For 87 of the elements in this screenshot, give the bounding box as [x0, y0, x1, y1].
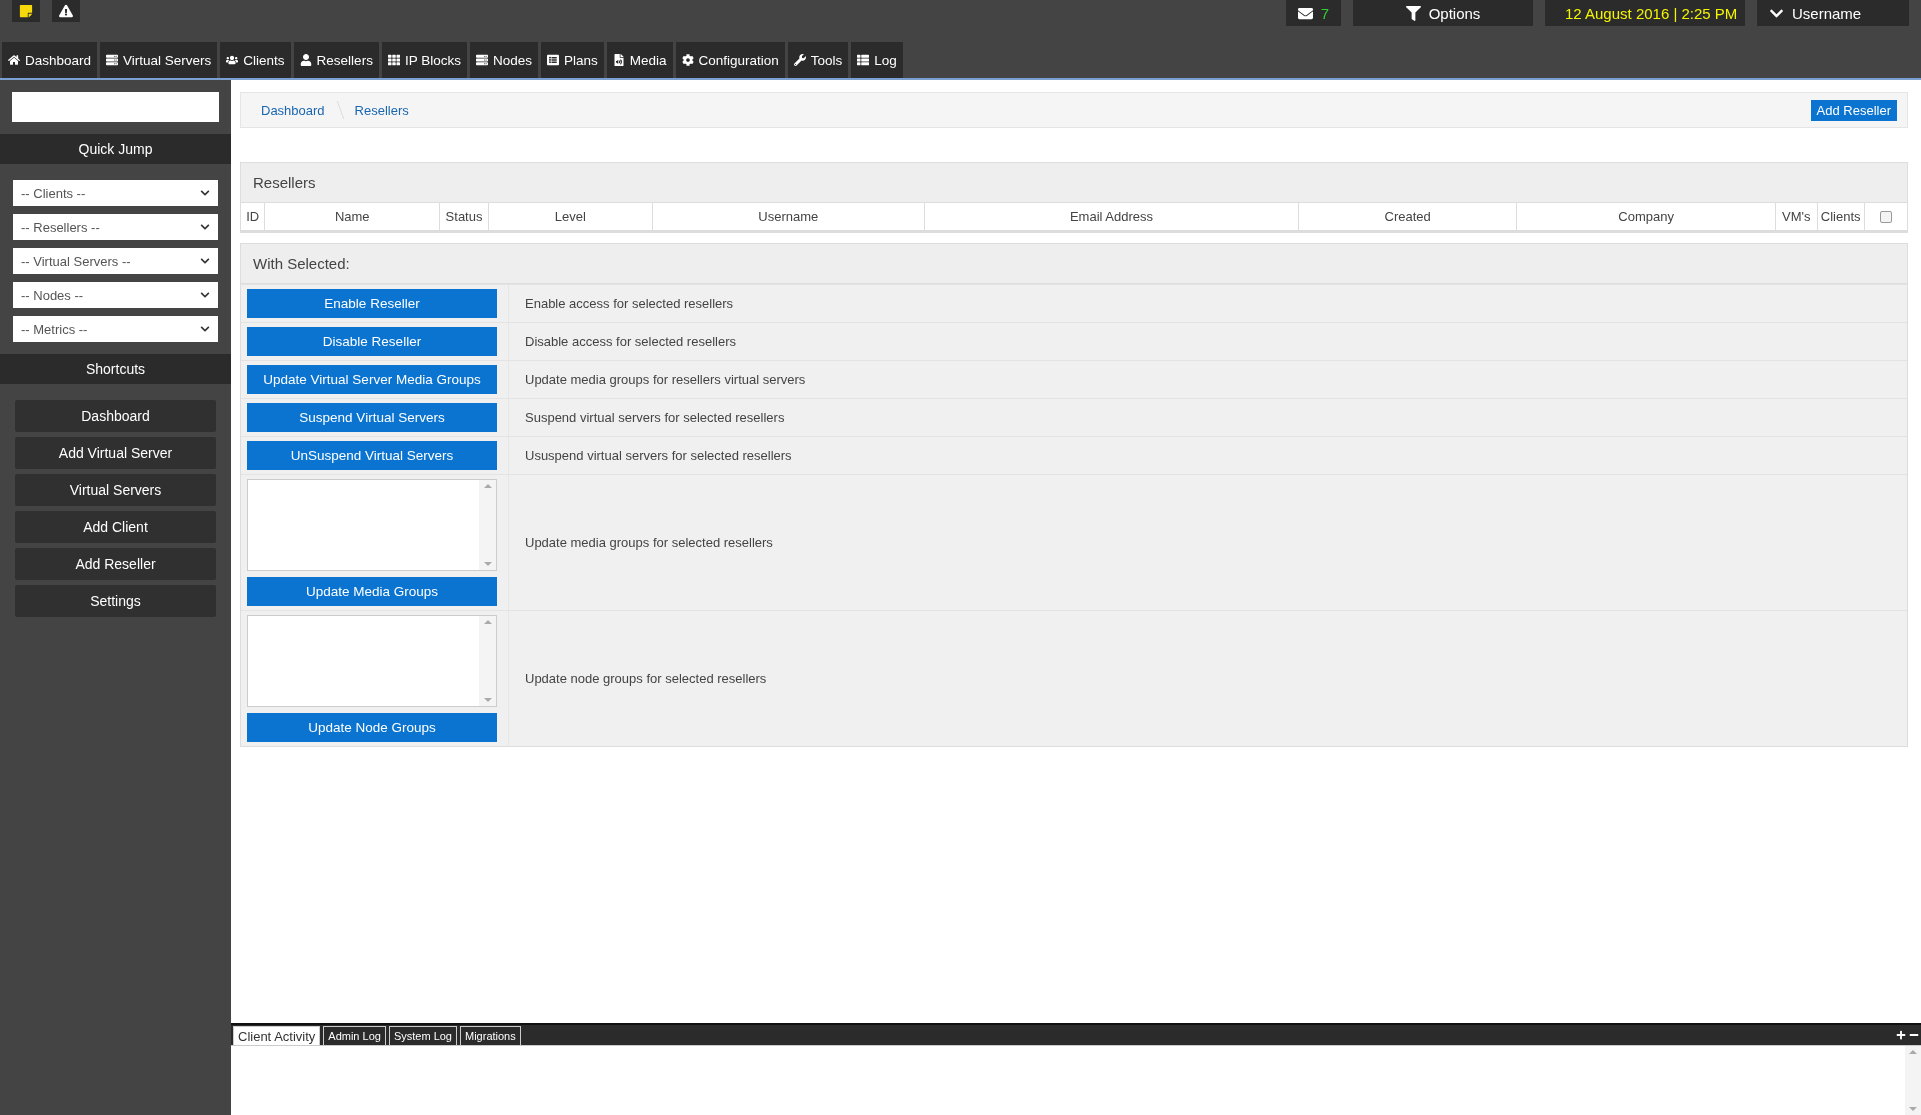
panel-tab[interactable]: Migrations	[460, 1026, 521, 1045]
file-icon	[612, 54, 625, 66]
column-header[interactable]: Status	[439, 203, 489, 231]
search-field[interactable]	[12, 92, 219, 122]
dropdown[interactable]: -- Metrics --	[13, 316, 218, 342]
nav-tab[interactable]: Media	[606, 42, 673, 78]
action-description: Enable access for selected resellers	[524, 295, 735, 313]
select-all-checkbox[interactable]	[1879, 210, 1892, 223]
panel-tab[interactable]: System Log	[388, 1026, 457, 1045]
shortcut-button[interactable]: Dashboard	[15, 400, 216, 432]
list-box[interactable]	[247, 615, 497, 707]
panel-tab[interactable]: Admin Log	[323, 1026, 386, 1045]
panel-tab[interactable]: Client Activity	[233, 1026, 321, 1045]
scrollbar[interactable]	[1905, 1046, 1921, 1115]
column-header[interactable]: Name	[265, 203, 440, 231]
action-description: Ususpend virtual servers for selected resellers	[524, 447, 793, 465]
breadcrumb-link[interactable]: Resellers	[354, 102, 409, 118]
column-header[interactable]: Level	[488, 203, 653, 231]
shortcut-button[interactable]: Add Reseller	[15, 548, 216, 580]
dropdown[interactable]: -- Resellers --	[13, 214, 218, 240]
envelope-icon	[1297, 5, 1313, 21]
user-menu[interactable]: Username	[1757, 0, 1909, 26]
action-button[interactable]: Update Virtual Server Media Groups	[247, 365, 497, 394]
filter-icon	[1405, 5, 1421, 21]
list-box[interactable]	[247, 479, 497, 571]
scrollbar[interactable]	[479, 616, 496, 706]
list-icon	[546, 54, 559, 66]
users-icon	[226, 54, 239, 66]
chevron-icon	[200, 256, 210, 266]
shortcuts-header: Shortcuts	[0, 354, 231, 384]
column-header[interactable]: Clients	[1817, 203, 1864, 231]
shortcut-button[interactable]: Add Client	[15, 511, 216, 543]
action-button[interactable]: Enable Reseller	[247, 289, 497, 318]
column-header[interactable]: Company	[1516, 203, 1776, 231]
server-icon	[106, 54, 119, 66]
breadcrumb-link[interactable]: Dashboard	[261, 102, 325, 118]
shortcut-button[interactable]: Add Virtual Server	[15, 437, 216, 469]
column-header[interactable]: VM's	[1775, 203, 1818, 231]
nav-tab[interactable]: Dashboard	[2, 42, 98, 78]
home-icon	[8, 54, 20, 66]
nav-tab[interactable]: IP Blocks	[381, 42, 467, 78]
expand-icon	[1896, 1030, 1906, 1040]
action-button[interactable]: Disable Reseller	[247, 327, 497, 356]
user-icon	[299, 54, 312, 66]
nav-tab[interactable]: Nodes	[469, 42, 538, 78]
warning-icon[interactable]	[52, 0, 80, 22]
column-header[interactable]: Email Address	[924, 203, 1299, 231]
mail-counter[interactable]: 7	[1285, 0, 1341, 26]
nav-tab[interactable]: Configuration	[675, 42, 785, 78]
quick-jump-header: Quick Jump	[0, 134, 231, 164]
column-header[interactable]: Created	[1298, 203, 1517, 231]
nav-tab[interactable]: Virtual Servers	[100, 42, 218, 78]
grid-icon	[387, 54, 400, 66]
action-button[interactable]: Suspend Virtual Servers	[247, 403, 497, 432]
action-button[interactable]: Update Media Groups	[247, 577, 497, 606]
nav-tab[interactable]: Resellers	[293, 42, 379, 78]
add-reseller-button[interactable]: Add Reseller	[1810, 99, 1897, 121]
nav-tab[interactable]: Clients	[220, 42, 291, 78]
options-button[interactable]: Options	[1353, 0, 1533, 26]
action-description: Update media groups for resellers virtual servers	[524, 371, 807, 389]
scrollbar[interactable]	[479, 480, 496, 570]
wrench-icon	[793, 54, 806, 66]
chevron-icon	[200, 290, 210, 300]
date-time: 12 August 2016 | 2:25 PM	[1545, 0, 1745, 26]
shortcut-button[interactable]: Settings	[15, 585, 216, 617]
server-icon	[475, 54, 488, 66]
action-description: Disable access for selected resellers	[524, 333, 737, 351]
chevron-icon	[200, 324, 210, 334]
nav-tab[interactable]: Log	[851, 42, 903, 78]
action-button[interactable]: UnSuspend Virtual Servers	[247, 441, 497, 470]
chevron-icon	[200, 188, 210, 198]
dropdown[interactable]: -- Virtual Servers --	[13, 248, 218, 274]
chevron-icon	[200, 222, 210, 232]
action-button[interactable]: Update Node Groups	[247, 713, 497, 742]
action-description: Update media groups for selected resellers	[524, 534, 774, 552]
shortcut-button[interactable]: Virtual Servers	[15, 474, 216, 506]
nav-tab[interactable]: Tools	[787, 42, 849, 78]
dropdown[interactable]: -- Nodes --	[13, 282, 218, 308]
column-header[interactable]: ID	[241, 203, 265, 231]
action-description: Suspend virtual servers for selected resellers	[524, 409, 786, 427]
sticky-note-icon[interactable]	[12, 0, 40, 22]
table-icon	[857, 54, 870, 66]
action-description: Update node groups for selected resellers	[524, 670, 768, 688]
nav-tab[interactable]: Plans	[540, 42, 604, 78]
settings-icon	[681, 54, 694, 66]
dropdown[interactable]: -- Clients --	[13, 180, 218, 206]
column-header[interactable]: Username	[652, 203, 925, 231]
